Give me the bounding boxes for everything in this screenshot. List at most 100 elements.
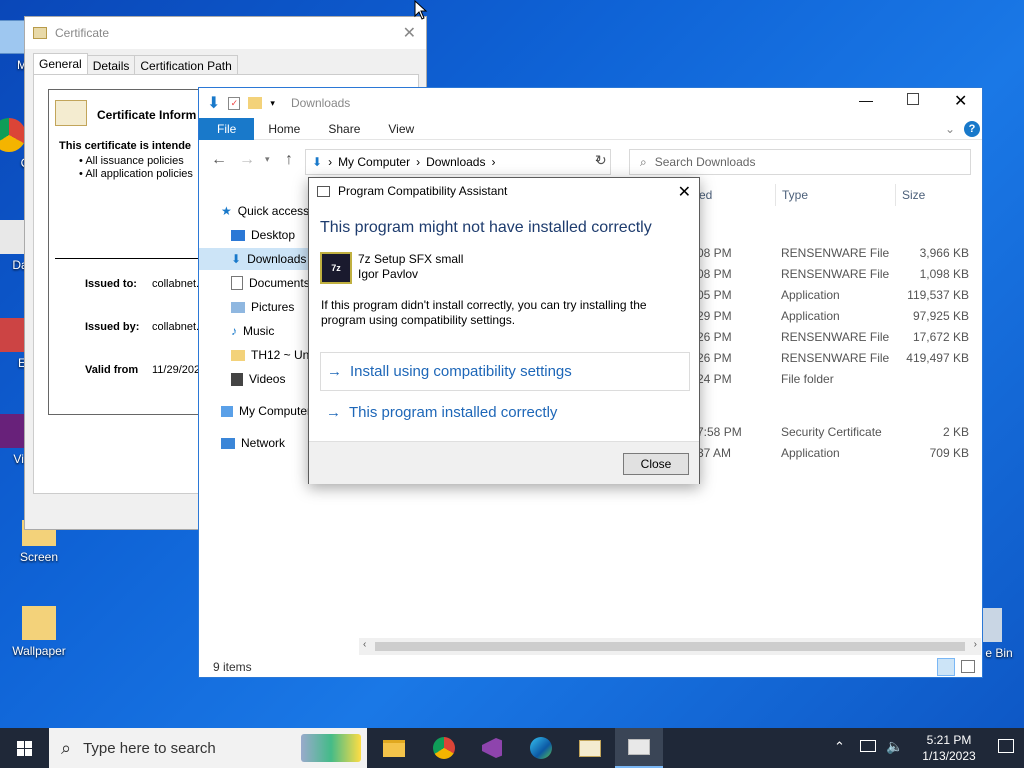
certificate-info-box: Certificate Inform This certificate is i… [48,89,208,415]
tab-file[interactable]: File [199,117,255,140]
tab-general[interactable]: General [33,53,88,76]
nav-pictures[interactable]: Pictures [231,296,311,318]
up-icon[interactable]: ↑ [285,151,293,169]
table-row[interactable]: 29 PM Application 97,925 KB [697,306,969,327]
properties-icon[interactable]: ✓ [228,96,241,110]
nav-music[interactable]: ♪ Music [231,320,311,342]
explorer-title: Downloads [290,96,351,110]
windows-logo-icon [17,740,32,756]
option-label: Install using compatibility settings [350,363,572,380]
table-row[interactable]: 24 PM File folder [697,369,969,390]
desktop-icon-label: e Bin [985,646,1013,660]
column-size[interactable]: Size [902,188,925,208]
ribbon-expand-icon[interactable]: ⌄ [945,122,955,136]
taskbar-visual-studio[interactable] [468,728,516,768]
taskbar-chrome[interactable] [420,728,468,768]
certificate-bullet-text: All issuance policies [85,155,184,167]
desktop-icon [231,229,245,241]
scroll-right-icon[interactable]: › [974,639,977,650]
row-type: Application [781,309,840,323]
taskbar-certificate[interactable] [566,728,614,768]
status-item-count: 9 items [213,660,252,674]
column-date-modified[interactable]: ed [699,188,712,208]
search-icon: ⌕ [640,154,647,169]
program-publisher: Igor Pavlov [358,267,419,281]
new-folder-icon[interactable] [248,97,263,109]
row-type: Application [781,446,840,460]
refresh-icon[interactable]: ↻ [595,152,607,169]
dialog-titlebar[interactable]: Program Compatibility Assistant [317,184,507,198]
nav-network[interactable]: Network [221,432,311,454]
notifications-icon[interactable] [998,739,1014,753]
column-type[interactable]: Type [782,188,808,208]
close-button[interactable]: Close [623,453,689,475]
clock[interactable]: 5:21 PM 1/13/2023 [912,732,986,764]
tab-share[interactable]: Share [314,118,374,140]
installed-correctly-button[interactable]: → This program installed correctly [320,393,690,432]
table-row[interactable]: 05 PM Application 119,537 KB [697,285,969,306]
install-compatibility-button[interactable]: → Install using compatibility settings [320,352,690,391]
close-icon[interactable]: ✕ [678,182,691,202]
chevron-down-icon[interactable]: ▾ [270,98,275,109]
table-row[interactable]: 26 PM RENSENWARE File 17,672 KB [697,327,969,348]
taskbar-file-explorer[interactable] [370,728,418,768]
scrollbar-thumb[interactable] [375,642,965,651]
clock-date: 1/13/2023 [922,749,976,763]
nav-desktop[interactable]: Desktop [231,224,311,246]
close-icon[interactable]: ✕ [954,91,967,111]
table-row[interactable]: 7:58 PM Security Certificate 2 KB [697,422,969,443]
search-highlight-icon [301,734,361,762]
nav-my-computer[interactable]: My Computer [221,400,311,422]
taskbar-edge[interactable] [517,728,565,768]
document-icon [231,276,243,290]
nav-downloads[interactable]: ⬇ Downloads [199,248,311,270]
quick-access-toolbar: ⬇ ✓ ▾ Downloads — ✕ [199,88,982,118]
address-bar[interactable]: ⬇ › My Computer › Downloads › ⌄ [305,149,611,175]
recent-chevron-icon[interactable]: ▾ [265,154,270,165]
nav-quick-access[interactable]: ★ Quick access [221,200,311,222]
close-icon[interactable]: ✕ [403,23,416,43]
tab-home[interactable]: Home [254,118,314,140]
certificate-titlebar[interactable]: Certificate ✕ [25,17,426,49]
back-icon[interactable]: ← [211,151,227,169]
nav-label: Music [243,324,275,338]
tab-view[interactable]: View [374,118,428,140]
breadcrumb-downloads[interactable]: Downloads [426,155,485,169]
table-row[interactable]: 26 PM RENSENWARE File 419,497 KB [697,348,969,369]
large-icons-view-icon[interactable] [961,660,975,673]
download-arrow-icon[interactable]: ⬇ [207,93,220,113]
row-time: 08 PM [697,246,732,260]
table-row[interactable]: 08 PM RENSENWARE File 3,966 KB [697,243,969,264]
table-row[interactable]: 08 PM RENSENWARE File 1,098 KB [697,264,969,285]
scroll-left-icon[interactable]: ‹ [363,639,366,650]
folder-icon [22,606,56,640]
taskbar-search-input[interactable]: ⌕ Type here to search [49,728,367,768]
videos-icon [231,372,243,386]
details-view-icon[interactable] [937,658,955,676]
network-icon[interactable] [860,740,876,752]
music-icon: ♪ [231,324,237,338]
nav-videos[interactable]: Videos [231,368,311,390]
volume-icon[interactable]: 🔈 [886,738,903,755]
forward-icon[interactable]: → [239,151,255,169]
edge-icon [530,737,552,759]
minimize-icon[interactable]: — [859,92,873,108]
start-button[interactable] [0,728,49,768]
maximize-icon[interactable] [907,93,919,105]
nav-th12[interactable]: TH12 ~ Un [231,344,311,366]
breadcrumb-my-computer[interactable]: My Computer [338,155,410,169]
row-size: 1,098 KB [919,267,969,281]
taskbar-compatibility-assistant[interactable] [615,728,663,768]
help-icon[interactable]: ? [964,121,980,137]
search-downloads-input[interactable]: ⌕ Search Downloads [629,149,971,175]
desktop-icon-wallpaper[interactable]: Wallpaper [4,606,74,658]
table-row[interactable]: 37 AM Application 709 KB [697,443,969,464]
horizontal-scrollbar[interactable]: ‹ › [359,638,981,655]
desktop-icon-label: Screen [19,550,59,564]
nav-documents[interactable]: Documents [231,272,311,294]
dialog-title: Program Compatibility Assistant [338,184,508,198]
chevron-up-icon[interactable]: ⌃ [834,739,845,755]
row-type: RENSENWARE File [781,246,890,260]
search-icon: ⌕ [61,737,72,758]
nav-label: TH12 ~ Un [251,348,310,362]
